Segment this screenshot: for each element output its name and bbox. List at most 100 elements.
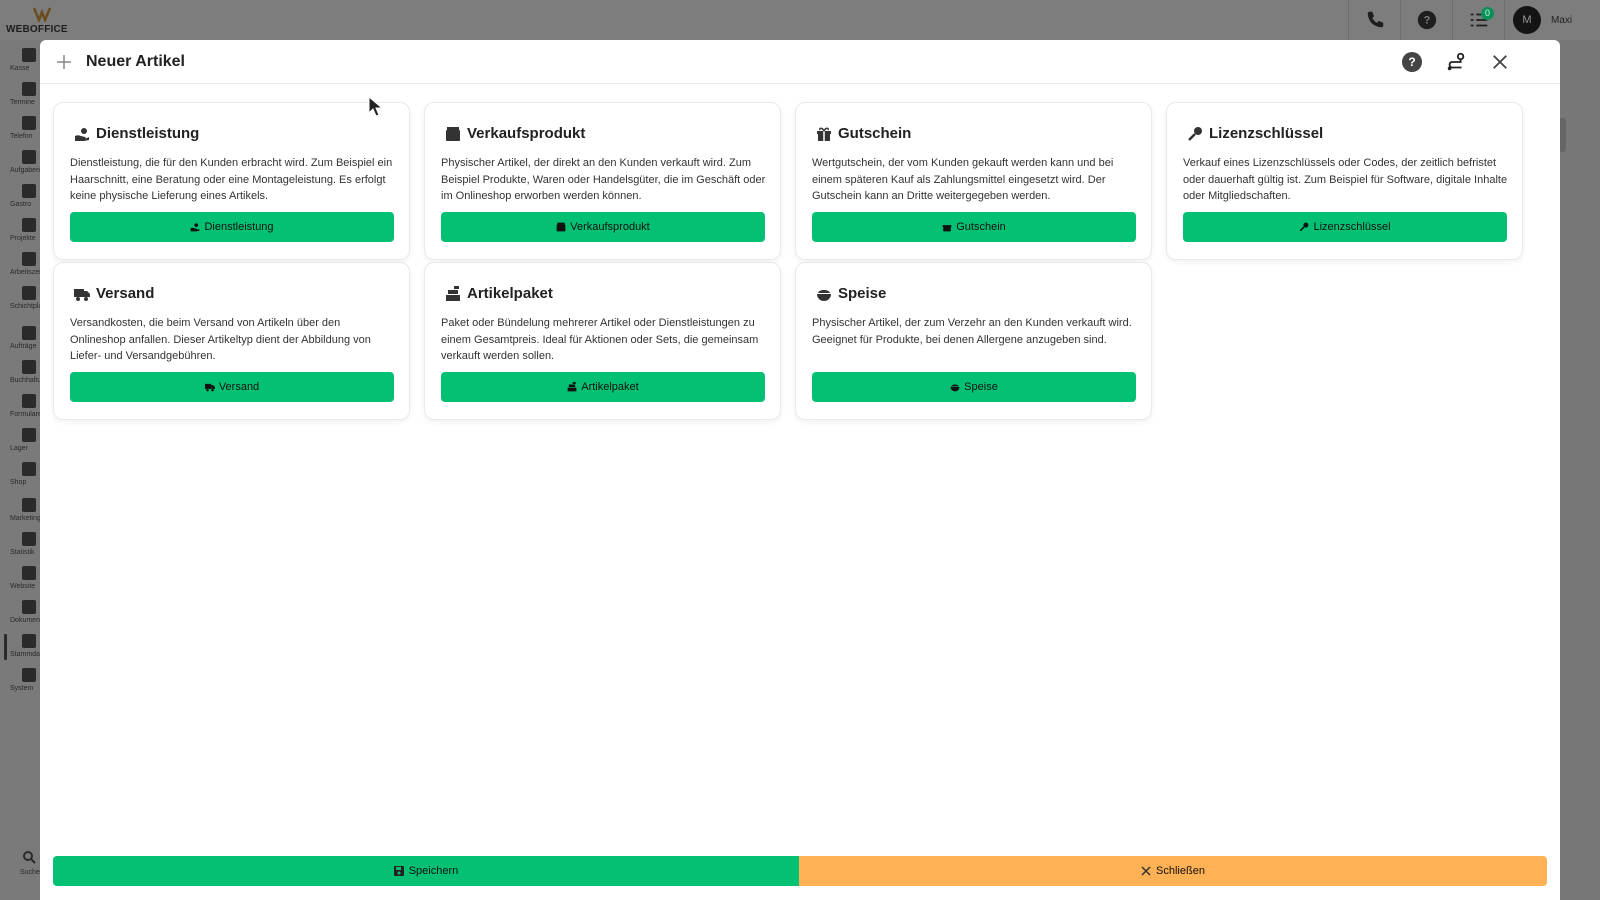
sidebar-item-label: Telefon xyxy=(10,133,33,140)
card-title: Dienstleistung xyxy=(74,125,199,142)
card-title-text: Lizenzschlüssel xyxy=(1209,125,1324,142)
truck-icon xyxy=(74,288,90,301)
card-description: Versandkosten, die beim Versand von Arti… xyxy=(70,317,371,362)
close-icon xyxy=(1493,55,1507,69)
versand-button[interactable]: Versand xyxy=(70,372,394,402)
sidebar-item-shop[interactable]: Shop xyxy=(0,458,40,492)
tasks-button[interactable]: 0 xyxy=(1452,0,1504,40)
tasks-icon xyxy=(22,150,36,164)
sidebar-item-auftraege[interactable]: Aufträge xyxy=(0,322,40,356)
sidebar-item-telefon[interactable]: Telefon xyxy=(0,112,40,146)
modal-help-button[interactable]: ? xyxy=(1400,50,1424,74)
sidebar-item-label: Termine xyxy=(10,99,35,106)
card-versand: Versand Versandkosten, die beim Versand … xyxy=(53,262,410,420)
sidebar-search[interactable]: Suche xyxy=(20,850,40,890)
website-icon xyxy=(22,566,36,580)
background-tab xyxy=(1560,118,1566,152)
gear-icon xyxy=(22,668,36,682)
sidebar-item-label: Projekte xyxy=(10,235,36,242)
route-pin-icon xyxy=(1447,52,1465,71)
sidebar-item-label: System xyxy=(10,685,34,692)
floppy-disk-icon xyxy=(393,866,404,876)
sidebar-item-marketing[interactable]: Marketing xyxy=(0,494,41,528)
sidebar-item-aufgaben[interactable]: Aufgaben xyxy=(0,146,40,180)
top-actions: ? 0 M Maxi xyxy=(1348,0,1600,40)
boxes-icon xyxy=(22,428,36,442)
sidebar-item-arbeitszeit[interactable]: Arbeitszeit xyxy=(0,248,43,282)
card-description: Paket oder Bündelung mehrerer Artikel od… xyxy=(441,317,759,362)
card-title-text: Gutschein xyxy=(838,125,912,142)
card-title: Lizenzschlüssel xyxy=(1187,125,1323,142)
card-title: Speise xyxy=(816,285,886,302)
sidebar-item-projekte[interactable]: Projekte xyxy=(0,214,40,248)
artikelpaket-button[interactable]: Artikelpaket xyxy=(441,372,765,402)
sidebar-item-termine[interactable]: Termine xyxy=(0,78,40,112)
bowl-food-icon xyxy=(950,384,960,392)
sidebar-search-label: Suche xyxy=(20,869,40,876)
boxes-stacked-icon xyxy=(567,382,577,392)
card-description: Physischer Artikel, der zum Verzehr an d… xyxy=(812,317,1132,346)
sidebar-item-buchhaltung[interactable]: Buchhaltung xyxy=(0,356,49,390)
card-title: Verkaufsprodukt xyxy=(445,125,585,142)
card-title: Artikelpaket xyxy=(445,285,553,302)
clock-icon xyxy=(22,252,36,266)
gutschein-button[interactable]: Gutschein xyxy=(812,212,1136,242)
truck-icon xyxy=(204,383,215,392)
hand-coins-icon xyxy=(75,127,89,141)
button-label: Dienstleistung xyxy=(204,221,274,233)
close-button[interactable]: Schließen xyxy=(799,856,1547,886)
modal-close-button[interactable] xyxy=(1488,50,1512,74)
help-button[interactable]: ? xyxy=(1400,0,1452,40)
gift-icon xyxy=(817,127,831,141)
document-icon xyxy=(22,326,36,340)
chart-icon xyxy=(22,532,36,546)
sidebar-item-dokumente[interactable]: Dokumente xyxy=(0,596,46,630)
card-description: Verkauf eines Lizenzschlüssels oder Code… xyxy=(1183,157,1508,202)
calendar-icon xyxy=(22,82,36,96)
button-label: Gutschein xyxy=(956,221,1006,233)
search-icon xyxy=(23,851,36,864)
brand-logo[interactable]: WEBOFFICE xyxy=(6,4,76,36)
close-icon xyxy=(1141,866,1151,876)
sidebar-item-website[interactable]: Website xyxy=(0,562,40,596)
plus-icon xyxy=(57,55,71,69)
cash-register-icon xyxy=(22,48,36,62)
dienstleistung-button[interactable]: Dienstleistung xyxy=(70,212,394,242)
sidebar-item-gastro[interactable]: Gastro xyxy=(0,180,40,214)
brand-name: WEBOFFICE xyxy=(6,24,68,35)
lizenzschluessel-button[interactable]: Lizenzschlüssel xyxy=(1183,212,1507,242)
box-icon xyxy=(556,222,566,232)
save-button[interactable]: Speichern xyxy=(53,856,799,886)
sidebar-item-kasse[interactable]: Kasse xyxy=(0,44,40,78)
route-button[interactable] xyxy=(1444,50,1468,74)
sidebar-item-label: Gastro xyxy=(10,201,32,208)
card-title-text: Versand xyxy=(96,285,155,302)
hand-coins-icon xyxy=(191,223,200,232)
sidebar-item-label: Kasse xyxy=(10,65,30,72)
avatar: M xyxy=(1513,6,1541,34)
sidebar-item-lager[interactable]: Lager xyxy=(0,424,40,458)
phone-icon xyxy=(22,116,36,130)
phone-button[interactable] xyxy=(1348,0,1400,40)
sidebar-item-stammdaten[interactable]: Stammdaten xyxy=(0,630,50,664)
verkaufsprodukt-button[interactable]: Verkaufsprodukt xyxy=(441,212,765,242)
sidebar-item-schichtplanung[interactable]: Schichtplanung xyxy=(0,282,58,316)
sidebar-item-formulare[interactable]: Formulare xyxy=(0,390,42,424)
shopping-bag-icon xyxy=(22,462,36,476)
key-icon xyxy=(1300,222,1309,232)
sidebar-item-system[interactable]: System xyxy=(0,664,40,698)
megaphone-icon xyxy=(22,498,36,512)
save-label: Speichern xyxy=(408,865,459,877)
box-icon xyxy=(446,126,460,141)
app-top-bar: WEBOFFICE ? 0 M Maxi xyxy=(0,0,1600,40)
user-menu[interactable]: M Maxi xyxy=(1504,0,1600,40)
speise-button[interactable]: Speise xyxy=(812,372,1136,402)
button-label: Versand xyxy=(218,381,260,393)
project-icon xyxy=(22,218,36,232)
sidebar-item-label: Formulare xyxy=(10,411,42,418)
modal-title: Neuer Artikel xyxy=(86,53,185,70)
card-title-text: Dienstleistung xyxy=(96,125,200,142)
sidebar-item-statistik[interactable]: Statistik xyxy=(0,528,40,562)
button-label: Lizenzschlüssel xyxy=(1313,221,1391,233)
help-icon: ? xyxy=(1417,10,1436,30)
